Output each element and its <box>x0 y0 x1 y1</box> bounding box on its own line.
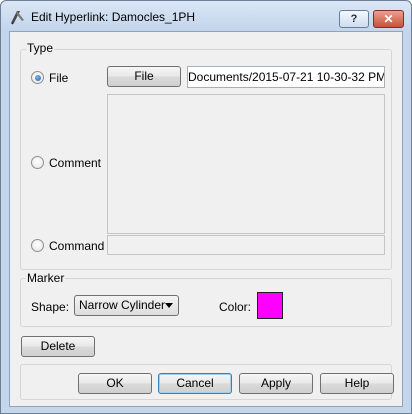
ok-button[interactable]: OK <box>78 373 152 394</box>
file-radio[interactable] <box>31 71 44 84</box>
window-title: Edit Hyperlink: Damocles_1PH <box>31 10 196 24</box>
dialog-body: Type File File Documents/2015-07-21 10-3… <box>9 31 403 407</box>
hyperlink-app-icon <box>9 8 26 25</box>
shape-select-value: Narrow Cylinder <box>79 298 166 312</box>
command-field[interactable] <box>107 235 385 255</box>
command-radio-label[interactable]: Command <box>49 239 104 253</box>
file-radio-label[interactable]: File <box>49 71 68 85</box>
file-path-field[interactable]: Documents/2015-07-21 10-30-32 PM.jpg <box>187 66 385 88</box>
edit-hyperlink-dialog: Edit Hyperlink: Damocles_1PH ? ✕ Type Fi… <box>0 0 412 414</box>
close-icon: ✕ <box>383 12 394 26</box>
title-close-button[interactable]: ✕ <box>373 10 404 28</box>
marker-group-label: Marker <box>26 271 66 285</box>
title-help-button[interactable]: ? <box>339 10 369 28</box>
shape-label: Shape: <box>31 300 70 314</box>
chevron-down-icon <box>165 303 173 308</box>
color-swatch[interactable] <box>257 292 283 319</box>
type-group-label: Type <box>26 41 55 55</box>
shape-select[interactable]: Narrow Cylinder <box>74 295 179 316</box>
command-radio[interactable] <box>31 239 44 252</box>
comment-radio-label[interactable]: Comment <box>49 156 101 170</box>
delete-button[interactable]: Delete <box>21 336 95 357</box>
help-icon: ? <box>350 13 358 25</box>
comment-radio[interactable] <box>31 156 44 169</box>
file-path-text: Documents/2015-07-21 10-30-32 PM.jpg <box>188 70 385 84</box>
color-label: Color: <box>219 300 252 314</box>
apply-button[interactable]: Apply <box>239 373 313 394</box>
comment-textarea[interactable] <box>107 94 385 234</box>
cancel-button[interactable]: Cancel <box>158 373 232 394</box>
file-browse-button[interactable]: File <box>107 66 181 87</box>
help-button[interactable]: Help <box>320 373 394 394</box>
title-bar[interactable]: Edit Hyperlink: Damocles_1PH ? ✕ <box>1 1 411 31</box>
